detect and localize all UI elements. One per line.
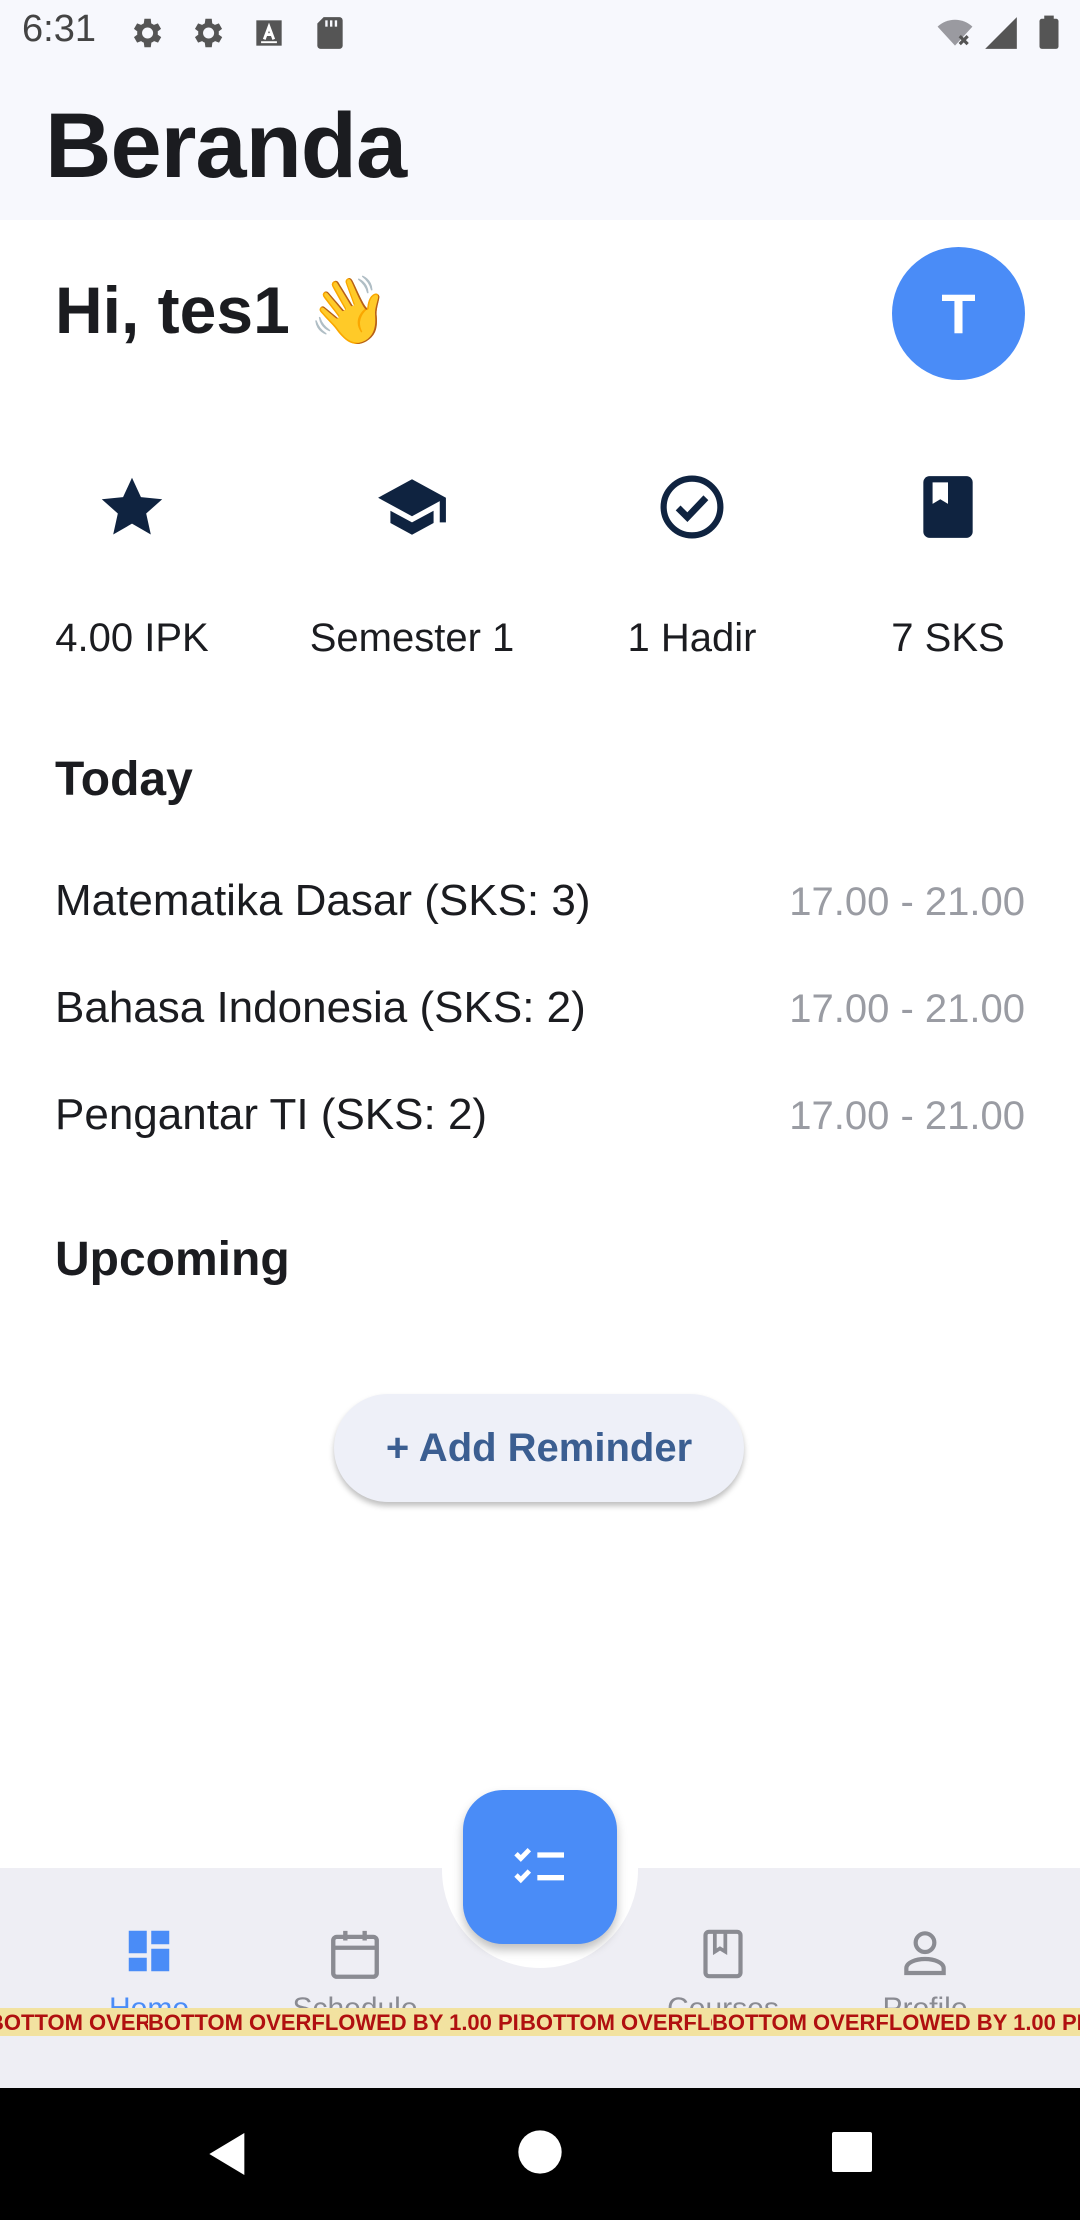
back-icon[interactable]: [200, 2126, 256, 2182]
stat-hadir: 1 Hadir: [572, 470, 812, 661]
recents-icon[interactable]: [828, 2128, 876, 2176]
text-a-icon: [256, 20, 282, 46]
nav-item-schedule[interactable]: Schedule: [280, 1924, 430, 2008]
stat-label: 1 Hadir: [627, 616, 757, 660]
nav-label-courses: Courses: [648, 1994, 798, 2008]
sd-card-icon: [317, 17, 343, 49]
overflow-warning-strip: BOTTOM OVERFLOWED BY 1.00 PIXELSBOTTOM O…: [0, 2008, 1080, 2036]
home-icon[interactable]: [514, 2126, 566, 2178]
book-outline-icon: [703, 1929, 743, 1979]
signal-icon: [985, 17, 1017, 49]
nav-label-home: Home: [74, 1994, 224, 2008]
gear-icon: [133, 18, 162, 48]
star-icon: [101, 477, 163, 535]
schedule-item-time: 17.00 - 21.00: [789, 1094, 1025, 1138]
overflow-warning: BOTTOM OVERFLOWED BY 1.00 PIXELS: [520, 2010, 712, 2035]
battery-icon: [1039, 15, 1059, 49]
add-reminder-button[interactable]: + Add Reminder: [334, 1394, 744, 1502]
schedule-item[interactable]: Pengantar TI (SKS: 2) 17.00 - 21.00: [55, 1090, 1025, 1160]
today-heading: Today: [55, 753, 193, 806]
system-nav-bar: [0, 2088, 1080, 2220]
checklist-fab[interactable]: [463, 1790, 617, 1944]
stat-label: 7 SKS: [891, 616, 1005, 660]
nav-label-profile: Profile: [850, 1994, 1000, 2008]
check-circle-icon: [660, 475, 724, 539]
greeting-text: Hi, tes1: [55, 273, 290, 347]
app-bar: Beranda: [0, 66, 1080, 220]
checklist-icon: [514, 1847, 564, 1884]
book-icon: [923, 476, 973, 538]
nav-item-home[interactable]: Home: [74, 1924, 224, 2008]
waving-hand-icon: 👋: [308, 273, 391, 347]
status-bar: 6:31: [0, 0, 1080, 66]
schedule-item-time: 17.00 - 21.00: [789, 880, 1025, 924]
status-time: 6:31: [22, 8, 96, 50]
overflow-warning: BOTTOM OVERFLOWED BY 1.00 PIXELS: [0, 2010, 148, 2035]
overflow-warning: BOTTOM OVERFLOWED BY 1.00 PIXELS: [712, 2010, 1080, 2035]
graduation-cap-icon: [378, 479, 446, 535]
schedule-item-title: Bahasa Indonesia (SKS: 2): [55, 983, 586, 1032]
stat-sks: 7 SKS: [828, 470, 1068, 661]
stat-label: 4.00 IPK: [55, 616, 209, 660]
schedule-item[interactable]: Matematika Dasar (SKS: 3) 17.00 - 21.00: [55, 876, 1025, 946]
calendar-icon: [331, 1930, 379, 1979]
stat-label: Semester 1: [309, 616, 515, 660]
overflow-warning: BOTTOM OVERFLOWED BY 1.00 PIXELS: [148, 2010, 520, 2035]
person-icon: [904, 1931, 946, 1976]
dashboard-icon: [128, 1930, 170, 1972]
avatar[interactable]: T: [892, 247, 1025, 380]
schedule-item[interactable]: Bahasa Indonesia (SKS: 2) 17.00 - 21.00: [55, 983, 1025, 1053]
schedule-item-time: 17.00 - 21.00: [789, 987, 1025, 1031]
nav-item-courses[interactable]: Courses: [648, 1924, 798, 2008]
schedule-item-title: Matematika Dasar (SKS: 3): [55, 876, 591, 925]
wifi-off-icon: [937, 19, 973, 46]
upcoming-heading: Upcoming: [55, 1233, 290, 1286]
stat-ipk: 4.00 IPK: [12, 470, 252, 661]
schedule-item-title: Pengantar TI (SKS: 2): [55, 1090, 488, 1139]
page-title: Beranda: [45, 95, 407, 197]
greeting: Hi, tes1 👋: [55, 272, 390, 350]
nav-item-profile[interactable]: Profile: [850, 1924, 1000, 2008]
stat-semester: Semester 1: [292, 470, 532, 661]
gear-icon: [194, 18, 223, 48]
nav-label-schedule: Schedule: [280, 1994, 430, 2008]
